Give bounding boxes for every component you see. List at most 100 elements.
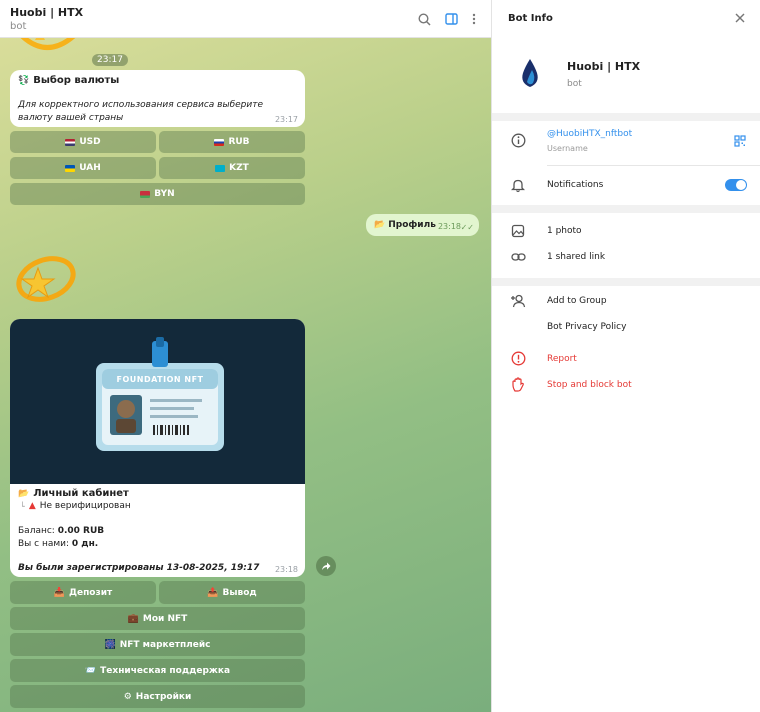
currency-rub-button[interactable]: RUB	[159, 131, 305, 153]
search-icon[interactable]	[416, 11, 432, 27]
avatar[interactable]	[512, 55, 548, 91]
warning-triangle-icon: ▲	[28, 501, 36, 511]
row-divider	[547, 165, 760, 166]
report-item[interactable]: Report	[547, 354, 577, 364]
profile-message: FOUNDATION NFT 📂 Личный кабинет └ ▲ Не в…	[10, 319, 305, 577]
username-value[interactable]: @HuobiHTX_nftbot	[547, 129, 632, 139]
rub-label: RUB	[228, 137, 250, 147]
currency-kzt-button[interactable]: KZT	[159, 157, 305, 179]
stop-hand-icon	[510, 376, 526, 392]
outbox-tray-icon: 📤	[207, 587, 219, 598]
balance-value: 0.00 RUB	[57, 526, 105, 536]
withdraw-label: Вывод	[222, 587, 257, 598]
notifications-label: Notifications	[547, 180, 604, 190]
privacy-policy-item[interactable]: Bot Privacy Policy	[547, 322, 626, 332]
currency-text: Для корректного использования сервиса вы…	[18, 100, 264, 123]
profile-title: Личный кабинет	[33, 488, 129, 499]
balance-row: Баланс: 0.00 RUB	[18, 526, 104, 536]
ua-flag-icon	[65, 164, 76, 172]
htx-flame-logo-icon	[522, 59, 538, 87]
time-pill: 23:17	[92, 54, 128, 66]
photos-item[interactable]: 1 photo	[547, 226, 582, 236]
add-user-icon	[510, 293, 526, 309]
withdraw-button[interactable]: 📤 Вывод	[159, 581, 305, 604]
verification-row: └ ▲ Не верифицирован	[20, 501, 131, 511]
photo-icon	[510, 223, 526, 239]
stop-block-item[interactable]: Stop and block bot	[547, 380, 632, 390]
section-divider	[492, 113, 760, 121]
support-button[interactable]: 📨 Техническая поддержка	[10, 659, 305, 682]
star-sticker-icon	[20, 38, 76, 50]
with-us-row: Вы с нами: 0 дн.	[18, 539, 98, 549]
my-nft-button[interactable]: 💼 Мои NFT	[10, 607, 305, 630]
currency-title: Выбор валюты	[33, 75, 120, 86]
read-check-icon: ✓✓	[460, 223, 474, 232]
message-time: 23:18	[274, 565, 298, 574]
exchange-icon: 💱	[18, 75, 30, 86]
shared-links-item[interactable]: 1 shared link	[547, 252, 605, 262]
by-flag-icon	[140, 190, 151, 198]
info-title: Bot Info	[508, 13, 553, 24]
registration-date: Вы были зарегистрированы 13-08-2025, 19:…	[18, 563, 260, 573]
link-icon	[510, 249, 526, 265]
kzt-label: KZT	[229, 163, 249, 173]
info-circle-icon	[510, 132, 526, 148]
more-menu-icon[interactable]	[466, 11, 482, 27]
folder-icon: 📂	[374, 220, 386, 230]
uah-label: UAH	[79, 163, 101, 173]
bot-info-panel: Bot Info Huobi | HTX bot @HuobiHTX_nftbo…	[491, 0, 760, 712]
support-label: Техническая поддержка	[100, 665, 231, 676]
section-divider	[492, 278, 760, 286]
close-icon[interactable]	[734, 12, 748, 26]
profile-image: FOUNDATION NFT	[10, 319, 305, 484]
profile-title-row: 📂 Личный кабинет	[18, 488, 129, 499]
settings-label: Настройки	[135, 691, 192, 702]
support-icon: 📨	[84, 665, 97, 676]
deposit-label: Депозит	[68, 587, 113, 598]
settings-button[interactable]: ⚙ Настройки	[10, 685, 305, 708]
us-flag-icon	[65, 138, 76, 146]
currency-title-row: 💱 Выбор валюты	[18, 75, 119, 86]
with-us-label: Вы с нами:	[18, 539, 70, 549]
with-us-value: 0 дн.	[71, 539, 99, 549]
tree-branch-icon: └	[20, 501, 25, 511]
currency-message: 💱 Выбор валюты Для корректного использов…	[10, 70, 305, 127]
profile-subtitle: bot	[567, 79, 582, 89]
chat-header[interactable]: Huobi | HTX bot	[0, 0, 491, 38]
nft-marketplace-button[interactable]: 🎆 NFT маркетплейс	[10, 633, 305, 656]
notifications-toggle[interactable]	[725, 179, 747, 191]
chat-pane: Huobi | HTX bot 23:17 💱 Выбор валюты Для…	[0, 0, 491, 712]
profile-name: Huobi | HTX	[567, 60, 641, 73]
currency-byn-button[interactable]: BYN	[10, 183, 305, 205]
outgoing-text: Профиль	[388, 220, 436, 230]
gear-icon: ⚙	[123, 691, 132, 702]
usd-label: USD	[79, 137, 101, 147]
marketplace-label: NFT маркетплейс	[119, 639, 211, 650]
deposit-button[interactable]: 📥 Депозит	[10, 581, 156, 604]
bell-icon	[510, 177, 526, 193]
kz-flag-icon	[215, 164, 226, 172]
picture-icon: 🎆	[104, 639, 116, 650]
info-header: Bot Info	[492, 0, 760, 38]
message-time: 23:17	[274, 115, 298, 124]
chat-title: Huobi | HTX	[10, 6, 84, 19]
section-divider	[492, 205, 760, 213]
briefcase-icon: 💼	[127, 613, 139, 624]
username-label: Username	[547, 144, 588, 153]
qr-code-icon[interactable]	[734, 135, 746, 150]
add-to-group-item[interactable]: Add to Group	[547, 296, 607, 306]
verification-status: Не верифицирован	[39, 501, 131, 511]
outgoing-message: 📂 Профиль 23:18 ✓✓	[366, 214, 479, 236]
currency-usd-button[interactable]: USD	[10, 131, 156, 153]
chat-background: 23:17 💱 Выбор валюты Для корректного исп…	[0, 38, 491, 712]
folder-icon: 📂	[18, 488, 30, 499]
star-sticker-icon	[16, 256, 76, 302]
ru-flag-icon	[214, 138, 225, 146]
currency-uah-button[interactable]: UAH	[10, 157, 156, 179]
outgoing-time: 23:18	[437, 222, 461, 231]
balance-label: Баланс:	[18, 526, 55, 536]
report-icon	[510, 350, 526, 366]
id-card-illustration	[96, 337, 224, 451]
sidebar-toggle-icon[interactable]	[443, 11, 459, 27]
forward-button[interactable]	[316, 556, 336, 576]
